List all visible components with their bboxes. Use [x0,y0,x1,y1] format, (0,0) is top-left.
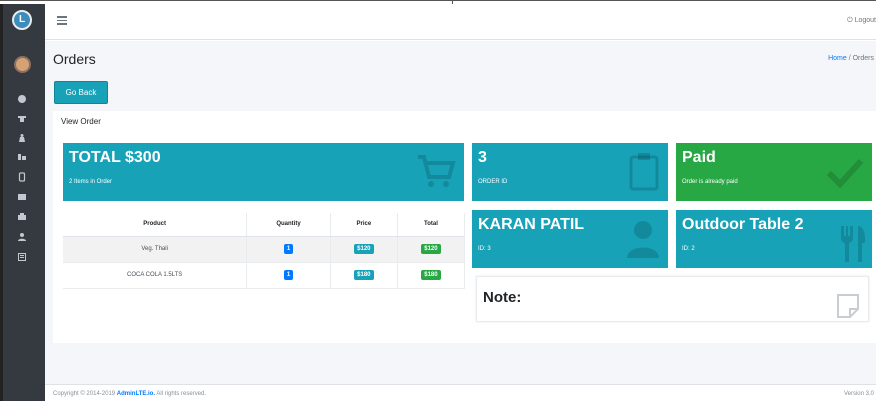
breadcrumb-current: Orders [852,55,874,62]
column-header-product: Product [63,213,248,237]
sticky-note-icon [837,294,859,318]
sidebar: L [0,4,45,401]
total-badge: $120 [421,244,441,254]
order-items-table: Product Quantity Price Total Veg. Thali … [63,213,466,289]
user-icon [627,221,659,258]
price-badge: $180 [354,270,374,280]
customer-name: KARAN PATIL [478,216,585,233]
customer-id: ID: 3 [478,246,491,252]
items-count: 2 Items in Order [69,179,113,185]
users-icon[interactable] [15,230,29,244]
payment-status-note: Order is already paid [682,179,738,185]
logout-label: Logout [854,17,876,24]
go-back-button[interactable]: Go Back [54,81,108,104]
table-row: COCA COLA 1.5LTS 1 $180 $180 [63,262,466,289]
orders-icon[interactable] [15,111,29,125]
product-cell: Veg. Thali [63,236,248,263]
table-header-row: Product Quantity Price Total [63,213,466,237]
table-row: Veg. Thali 1 $120 $120 [63,236,466,263]
total-box: TOTAL $300 2 Items in Order [63,143,464,201]
order-id-value: 3 [478,149,487,166]
total-cell: $180 [397,262,466,289]
brand-logo[interactable]: L [12,10,32,30]
column-header-total: Total [397,213,466,237]
breadcrumb: Home / Orders [828,55,874,62]
order-id-box: 3 ORDER ID [472,143,668,201]
order-note-box: Note: [476,276,869,322]
table-name: Outdoor Table 2 [682,216,804,233]
user-avatar[interactable] [14,56,31,73]
power-icon: ⏻ [847,17,853,24]
quantity-cell: 1 [246,236,331,263]
note-label: Note: [483,289,522,306]
payment-status-box: Paid Order is already paid [676,143,872,201]
price-cell: $180 [330,262,398,289]
total-amount: TOTAL $300 [69,149,161,166]
copyright-suffix: All rights reserved. [155,391,207,397]
quantity-badge: 1 [283,270,294,280]
hamburger-menu-icon[interactable] [57,16,67,26]
copyright-prefix: Copyright © 2014-2019 [53,391,117,397]
quantity-badge: 1 [283,244,294,254]
footer-brand-link[interactable]: AdminLTE.io. [117,391,155,397]
kitchen-icon[interactable] [15,210,29,224]
card-header: View Order [61,117,101,126]
clipboard-icon [629,153,659,191]
payment-status: Paid [682,149,716,166]
customer-box: KARAN PATIL ID: 3 [472,210,668,268]
checkmark-icon [826,158,864,189]
price-cell: $120 [330,236,398,263]
price-badge: $120 [354,244,374,254]
quantity-cell: 1 [246,262,331,289]
dashboard-icon[interactable] [15,92,29,106]
footer: Copyright © 2014-2019 AdminLTE.io. All r… [45,384,876,401]
page-title: Orders [53,51,96,67]
tables-icon[interactable] [15,131,29,145]
logout-link[interactable]: ⏻ Logout [847,17,876,25]
column-header-quantity: Quantity [246,213,331,237]
utensils-icon [841,226,865,262]
column-header-price: Price [330,213,398,237]
shopping-cart-icon [418,155,456,187]
total-badge: $180 [421,270,441,280]
table-id: ID: 2 [682,246,695,252]
breadcrumb-home-link[interactable]: Home [828,55,847,62]
total-cell: $120 [397,236,466,263]
copyright-text: Copyright © 2014-2019 AdminLTE.io. All r… [53,391,206,397]
reports-icon[interactable] [15,190,29,204]
table-box: Outdoor Table 2 ID: 2 [676,210,872,268]
top-navbar: ⏻ Logout [45,4,876,40]
product-cell: COCA COLA 1.5LTS [63,262,248,289]
products-icon[interactable] [15,150,29,164]
categories-icon[interactable] [15,170,29,184]
version-text: Version 3.0 [843,391,874,397]
settings-icon[interactable] [15,250,29,264]
order-id-label: ORDER ID [478,179,508,185]
